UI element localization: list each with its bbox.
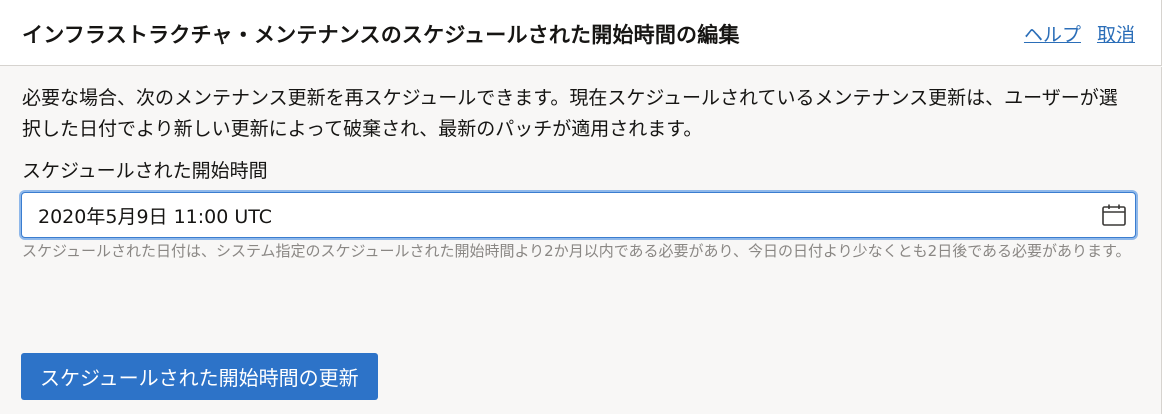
start-time-label: スケジュールされた開始時間: [22, 160, 268, 182]
help-link[interactable]: ヘルプ: [1024, 20, 1081, 47]
edit-maintenance-dialog: インフラストラクチャ・メンテナンスのスケジュールされた開始時間の編集 ヘルプ 取…: [0, 0, 1162, 414]
dialog-header: インフラストラクチャ・メンテナンスのスケジュールされた開始時間の編集 ヘルプ 取…: [0, 0, 1162, 66]
start-time-input[interactable]: [22, 193, 1092, 237]
dialog-title: インフラストラクチャ・メンテナンスのスケジュールされた開始時間の編集: [22, 23, 740, 47]
update-start-time-button[interactable]: スケジュールされた開始時間の更新: [21, 353, 378, 400]
description-text: 必要な場合、次のメンテナンス更新を再スケジュールできます。現在スケジュールされて…: [22, 87, 1118, 140]
header-links: ヘルプ 取消: [1024, 20, 1135, 47]
date-hint-text: スケジュールされた日付は、システム指定のスケジュールされた開始時間より2か月以内…: [22, 242, 1131, 260]
dialog-body: 必要な場合、次のメンテナンス更新を再スケジュールできます。現在スケジュールされて…: [0, 67, 1162, 414]
calendar-icon[interactable]: [1101, 203, 1127, 227]
cancel-link[interactable]: 取消: [1097, 20, 1135, 47]
start-time-field[interactable]: [21, 192, 1136, 238]
